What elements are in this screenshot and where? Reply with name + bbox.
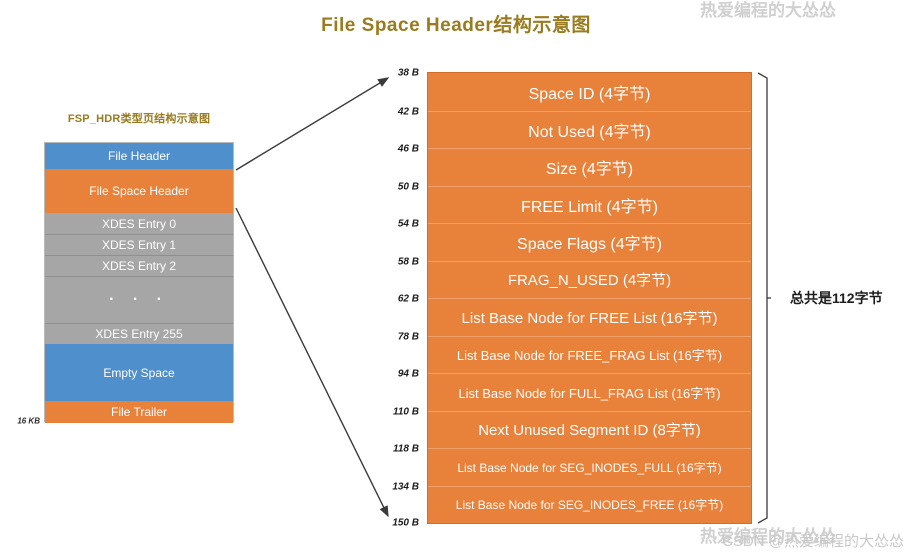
field-row: Not Used (4字节) 42 B (398, 106, 751, 149)
page-block: File Trailer16376 B (45, 401, 233, 423)
page-block-label: XDES Entry 2 (101, 259, 177, 273)
field-row: Next Unused Segment ID (8字节) 110 B (393, 406, 751, 449)
field-row-label: List Base Node for FULL_FRAG List (16字节) (458, 385, 721, 401)
field-row: Space Flags (4字节) 54 B (398, 219, 751, 261)
page-block: XDES Entry 1190 B (45, 234, 233, 255)
field-row: List Base Node for FREE_FRAG List (16字节)… (398, 331, 751, 374)
field-row-label: Next Unused Segment ID (8字节) (478, 422, 701, 440)
field-row-label: List Base Node for FREE_FRAG List (16字节) (456, 348, 723, 364)
field-offset-label: 94 B (397, 368, 419, 380)
page-block-label: XDES Entry 0 (101, 216, 177, 231)
diagram-canvas: File Space Header结构示意图 FSP_HDR类型页结构示意图 F… (0, 0, 912, 557)
field-offset-label: 118 B (393, 443, 419, 455)
page-block: File Header0 (45, 143, 233, 169)
page-block: XDES Entry 25510350 B (45, 323, 233, 344)
watermark-csdn: CSDN @热爱编程的大怂怂 (722, 533, 904, 550)
field-row-label: Not Used (4字节) (528, 123, 651, 141)
field-row: Size (4字节) 46 B (398, 144, 751, 186)
page-block-label: File Trailer (110, 405, 167, 419)
field-row: List Base Node for SEG_INODES_FULL (16字节… (393, 444, 751, 486)
field-offset-label: 50 B (397, 181, 419, 192)
total-size-note: 总共是112字节 (790, 290, 883, 306)
byte-offset-label-end: 16 KB (17, 416, 40, 426)
field-offset-label: 54 B (397, 218, 419, 230)
field-offset-label: 38 B (397, 67, 419, 79)
field-offset-label: 62 B (397, 293, 419, 305)
field-row-label: Space ID (4字节) (528, 85, 651, 103)
field-offset-label: 110 B (393, 406, 419, 417)
page-block-label: Empty Space (103, 365, 175, 380)
field-row-label: FRAG_N_USED (4字节) (507, 272, 672, 290)
field-offset-label: 78 B (397, 331, 419, 342)
field-row-label: Space Flags (4字节) (517, 236, 662, 254)
watermark-ghost-top: 热爱编程的大怂怂 (700, 1, 836, 20)
page-block-label: XDES Entry 1 (101, 238, 177, 252)
field-row-label: Size (4字节) (545, 161, 634, 179)
field-row-label: FREE Limit (4字节) (521, 198, 658, 216)
page-block: · · ·270 B (45, 276, 233, 323)
field-row: FREE Limit (4字节) 50 B (398, 181, 751, 224)
left-panel-title: FSP_HDR类型页结构示意图 (67, 113, 211, 125)
field-offset-label: 134 B (392, 481, 419, 492)
page-block-label: XDES Entry 255 (95, 327, 183, 341)
field-row: Space ID (4字节) 38 B (398, 68, 751, 111)
page-block-label: File Header (107, 149, 171, 163)
page-block: File Space Header38 B (45, 169, 233, 213)
field-row: List Base Node for FULL_FRAG List (16字节)… (398, 369, 751, 411)
total-size-bracket (757, 72, 771, 524)
fsp-hdr-page-stack: File Header0File Space Header38 BXDES En… (17, 142, 234, 426)
page-block-label: · · · (109, 291, 169, 309)
field-row-label: List Base Node for FREE List (16字节) (461, 309, 718, 327)
field-row-label: List Base Node for SEG_INODES_FREE (16字节… (455, 498, 724, 513)
file-space-header-field-stack: Space ID (4字节) 38 B Not Used (4字节) 42 B Size… (392, 68, 752, 529)
page-block: Empty Space10390 B (45, 344, 233, 401)
field-offset-label: 58 B (397, 256, 419, 267)
field-row: List Base Node for FREE List (16字节) 62 B (398, 294, 751, 336)
page-block: XDES Entry 0150 B (45, 213, 233, 234)
field-row-label: List Base Node for SEG_INODES_FULL (16字节… (457, 460, 722, 475)
field-row: FRAG_N_USED (4字节) 58 B (398, 256, 751, 299)
page-block: XDES Entry 2230 B (45, 255, 233, 276)
field-row: List Base Node for SEG_INODES_FREE (16字节… (392, 481, 751, 524)
field-offset-label-end: 150 B (392, 517, 419, 529)
page-block-label: File Space Header (89, 184, 189, 198)
field-offset-label: 42 B (397, 106, 419, 117)
field-offset-label: 46 B (397, 143, 419, 155)
